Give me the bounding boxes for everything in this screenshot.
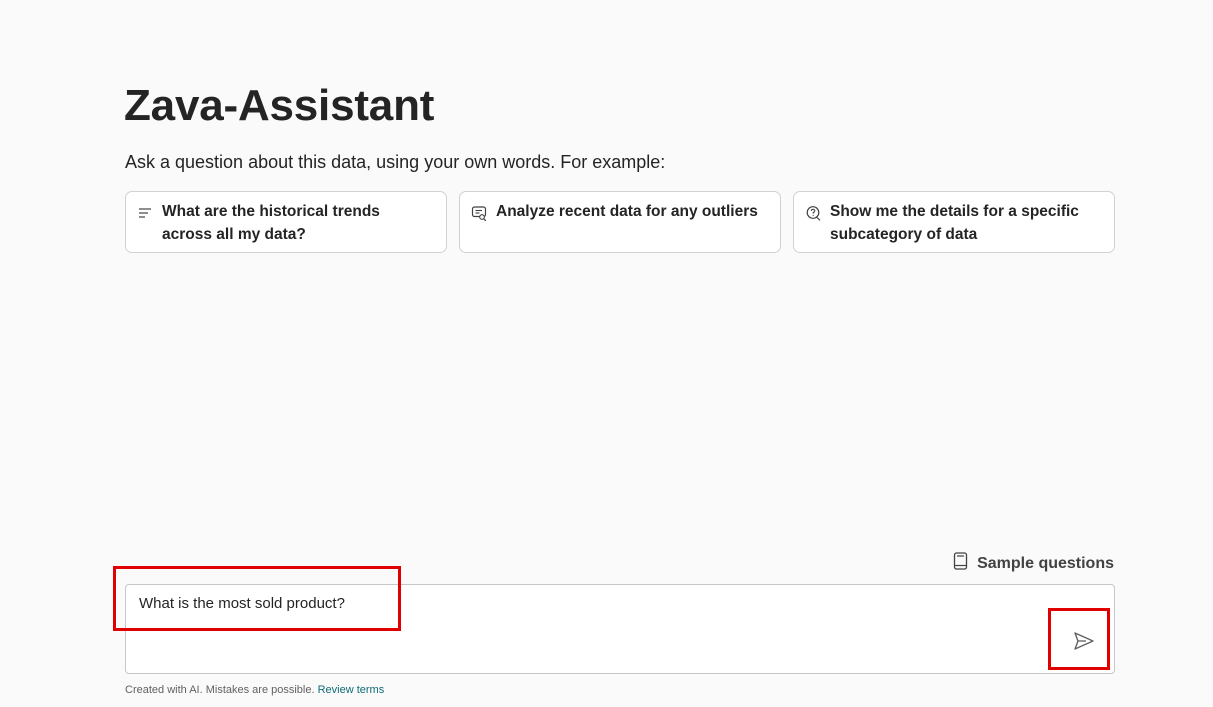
suggestion-text: Analyze recent data for any outliers (496, 203, 758, 220)
page-title: Zava-Assistant (124, 81, 435, 130)
question-bubble-icon (804, 204, 822, 222)
question-input[interactable]: What is the most sold product? (125, 584, 1115, 674)
suggestion-list: What are the historical trends across al… (125, 191, 1115, 253)
suggestion-card-outliers[interactable]: Analyze recent data for any outliers (459, 191, 781, 253)
send-icon (1073, 631, 1095, 656)
sample-questions-button[interactable]: Sample questions (953, 552, 1114, 575)
footer-disclaimer: Created with AI. Mistakes are possible. (125, 684, 315, 696)
assistant-page: Zava-Assistant Ask a question about this… (0, 0, 1213, 707)
page-subtitle: Ask a question about this data, using yo… (125, 152, 666, 172)
review-terms-link[interactable]: Review terms (318, 684, 385, 696)
sample-questions-label: Sample questions (977, 554, 1114, 572)
suggestion-card-subcategory[interactable]: Show me the details for a specific subca… (793, 191, 1115, 253)
suggestion-text: Show me the details for a specific subca… (830, 203, 1079, 243)
send-button[interactable] (1069, 629, 1099, 657)
suggestion-card-trends[interactable]: What are the historical trends across al… (125, 191, 447, 253)
suggestion-text: What are the historical trends across al… (162, 203, 380, 243)
chat-search-icon (470, 204, 488, 222)
book-icon (953, 552, 969, 575)
footer: Created with AI. Mistakes are possible. … (125, 684, 384, 696)
question-input-text[interactable]: What is the most sold product? (139, 594, 345, 614)
lines-icon (136, 204, 154, 222)
